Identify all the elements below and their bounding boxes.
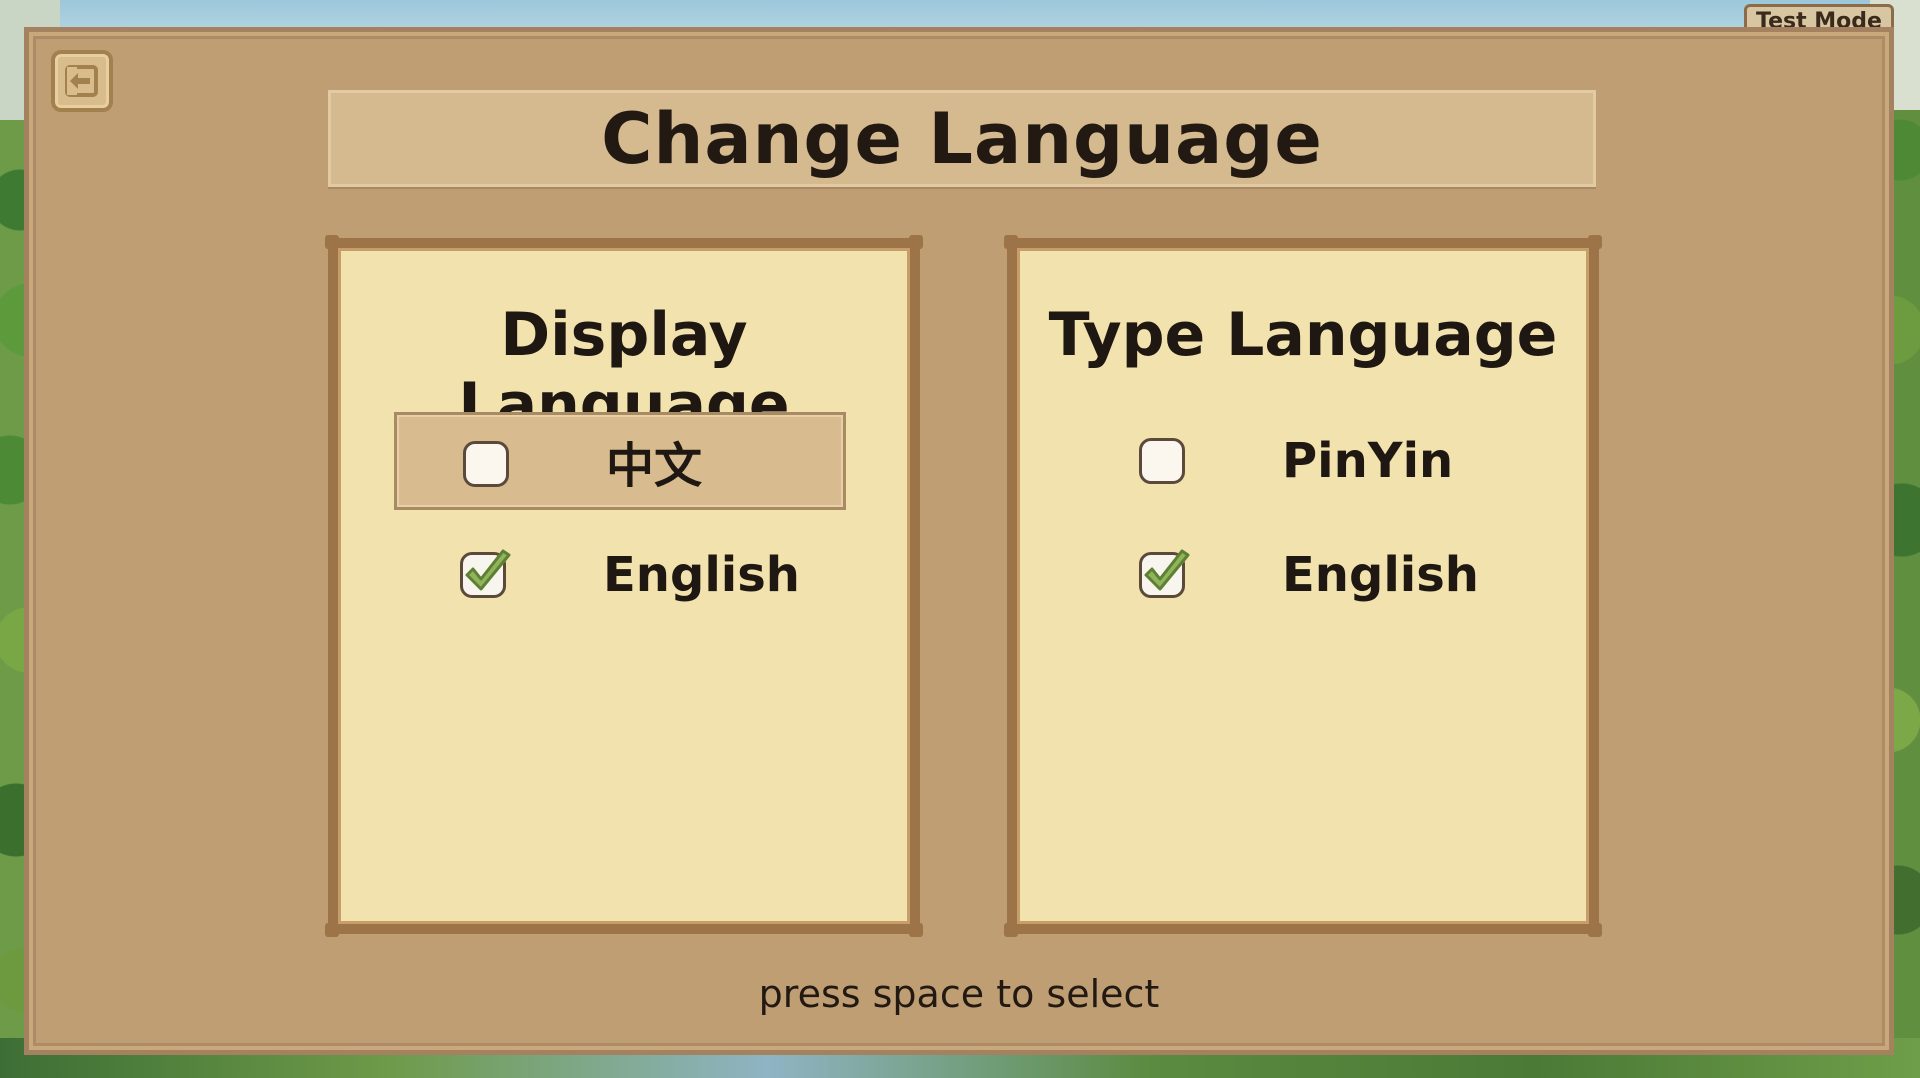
option-label: PinYin <box>1282 433 1454 489</box>
option-label: 中文 <box>606 438 703 494</box>
type-option-pinyin[interactable]: PinYin <box>1073 412 1525 510</box>
checkmark-icon <box>465 549 511 591</box>
panel-peg <box>325 235 339 249</box>
display-language-panel: Display Language 中文 English <box>325 235 923 937</box>
checkmark-icon <box>1144 549 1190 591</box>
checkbox-checked[interactable] <box>460 549 511 598</box>
option-label: English <box>603 547 800 603</box>
dialog-title: Change Language <box>601 97 1323 180</box>
panel-peg <box>909 235 923 249</box>
panel-peg <box>1588 923 1602 937</box>
checkbox-unchecked[interactable] <box>463 441 509 487</box>
display-option-english[interactable]: English <box>394 526 846 624</box>
exit-arrow-icon <box>65 65 98 97</box>
option-label: English <box>1282 547 1479 603</box>
change-language-dialog: Change Language Display Language 中文 Engl… <box>24 27 1894 1055</box>
panel-peg <box>1588 235 1602 249</box>
panel-peg <box>909 923 923 937</box>
panel-peg <box>1004 923 1018 937</box>
hint-text: press space to select <box>758 972 1160 1016</box>
title-bar: Change Language <box>328 90 1596 187</box>
back-button[interactable] <box>51 50 113 112</box>
type-language-panel: Type Language PinYin English <box>1004 235 1602 937</box>
type-option-english[interactable]: English <box>1073 526 1525 624</box>
checkbox-checked[interactable] <box>1139 549 1190 598</box>
panel-peg <box>1004 235 1018 249</box>
checkbox-unchecked[interactable] <box>1139 438 1185 484</box>
type-language-heading: Type Language <box>1048 300 1558 370</box>
display-option-chinese[interactable]: 中文 <box>394 412 846 510</box>
panel-peg <box>325 923 339 937</box>
